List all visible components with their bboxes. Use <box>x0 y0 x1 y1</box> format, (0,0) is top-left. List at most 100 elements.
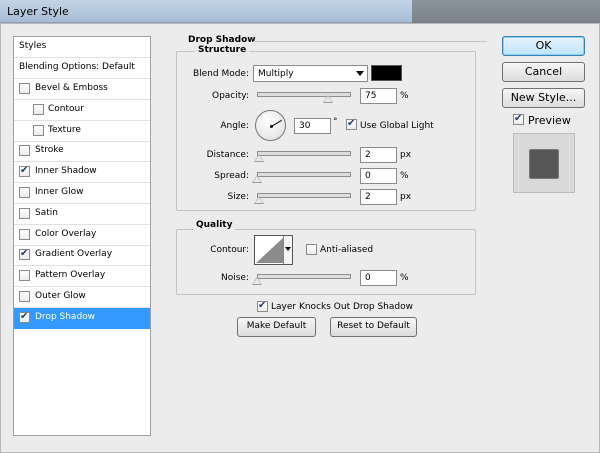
reset-default-label: Reset to Default <box>337 321 410 331</box>
blend-mode-select[interactable]: Multiply <box>253 65 368 82</box>
distance-slider-thumb[interactable] <box>254 154 264 162</box>
anti-aliased-checkbox[interactable] <box>306 244 317 255</box>
angle-value: 30 <box>299 121 311 131</box>
opacity-input[interactable]: 75 <box>360 88 397 104</box>
noise-slider-thumb[interactable] <box>252 277 262 285</box>
angle-dial[interactable] <box>255 110 286 141</box>
style-item[interactable]: Drop Shadow <box>14 307 150 329</box>
spread-label: Spread: <box>214 171 249 181</box>
use-global-light-label: Use Global Light <box>360 121 434 131</box>
blend-mode-value: Multiply <box>258 69 294 79</box>
style-item[interactable]: Stroke <box>14 141 150 163</box>
new-style-label: New Style... <box>510 91 577 104</box>
style-item-label: Satin <box>35 207 58 218</box>
style-item-checkbox[interactable] <box>19 145 30 157</box>
size-unit: px <box>400 192 412 202</box>
new-style-button[interactable]: New Style... <box>502 88 585 108</box>
angle-label: Angle: <box>220 121 249 131</box>
title-bar[interactable]: Layer Style <box>0 0 412 23</box>
style-item-checkbox[interactable] <box>19 165 30 178</box>
chevron-down-icon[interactable] <box>283 236 292 264</box>
style-item-checkbox[interactable] <box>19 248 30 261</box>
distance-unit: px <box>400 150 412 160</box>
style-item-checkbox[interactable] <box>19 291 30 302</box>
distance-label: Distance: <box>206 150 249 160</box>
cancel-label: Cancel <box>524 65 563 78</box>
style-item-checkbox[interactable] <box>19 270 30 282</box>
spread-unit: % <box>400 171 409 181</box>
style-item[interactable]: Satin <box>14 204 150 225</box>
style-item-label: Gradient Overlay <box>35 249 113 260</box>
preview-label: Preview <box>528 114 571 127</box>
style-item-label: Texture <box>48 124 81 135</box>
anti-aliased-label: Anti-aliased <box>320 245 374 255</box>
style-item[interactable]: Pattern Overlay <box>14 266 150 288</box>
style-item[interactable]: Outer Glow <box>14 287 150 308</box>
style-item-label: Bevel & Emboss <box>35 83 108 93</box>
style-item[interactable]: Gradient Overlay <box>14 245 150 267</box>
blending-options-item[interactable]: Blending Options: Default <box>14 58 150 79</box>
style-item[interactable]: Contour <box>14 100 150 121</box>
opacity-slider-thumb[interactable] <box>322 95 333 103</box>
style-item[interactable]: Bevel & Emboss <box>14 79 150 100</box>
style-item-label: Color Overlay <box>35 228 97 239</box>
size-slider-thumb[interactable] <box>254 196 264 204</box>
style-item-label: Contour <box>48 103 84 114</box>
style-item-checkbox[interactable] <box>19 311 30 323</box>
size-input[interactable]: 2 <box>360 189 397 205</box>
preview-square <box>529 149 559 179</box>
opacity-unit: % <box>400 91 409 101</box>
quality-legend: Quality <box>193 220 236 230</box>
title-divider <box>253 41 487 42</box>
angle-input[interactable]: 30 <box>294 118 331 134</box>
opacity-label: Opacity: <box>212 91 249 101</box>
styles-list: Styles Blending Options: Default Bevel &… <box>13 36 151 436</box>
style-item-label: Outer Glow <box>35 291 86 301</box>
spread-value: 0 <box>365 171 371 181</box>
size-value: 2 <box>365 192 371 202</box>
ok-label: OK <box>535 39 552 52</box>
knocks-out-label: Layer Knocks Out Drop Shadow <box>271 302 413 312</box>
noise-input[interactable]: 0 <box>360 270 397 286</box>
preview-thumbnail <box>513 133 575 193</box>
make-default-button[interactable]: Make Default <box>237 317 316 337</box>
spread-input[interactable]: 0 <box>360 168 397 184</box>
style-item-checkbox[interactable] <box>33 124 44 136</box>
style-item[interactable]: Inner Shadow <box>14 162 150 184</box>
opacity-slider-track[interactable] <box>257 92 351 97</box>
distance-input[interactable]: 2 <box>360 147 397 163</box>
style-item[interactable]: Inner Glow <box>14 183 150 204</box>
degree-unit: ° <box>333 117 338 127</box>
contour-label: Contour: <box>210 245 249 255</box>
knocks-out-checkbox[interactable] <box>257 300 268 312</box>
spread-slider-track[interactable] <box>257 172 351 177</box>
noise-slider-track[interactable] <box>257 274 351 279</box>
distance-slider-track[interactable] <box>257 151 351 156</box>
style-item-label: Stroke <box>35 145 64 156</box>
style-item-checkbox[interactable] <box>19 228 30 240</box>
quality-group <box>176 229 476 295</box>
blending-options-label: Blending Options: Default <box>19 62 135 72</box>
panel-title: Drop Shadow <box>188 35 256 45</box>
spread-slider-thumb[interactable] <box>252 175 262 183</box>
ok-button[interactable]: OK <box>502 36 585 56</box>
style-item-checkbox[interactable] <box>19 187 30 198</box>
size-slider-track[interactable] <box>257 193 351 198</box>
contour-picker[interactable] <box>254 235 293 265</box>
style-item-checkbox[interactable] <box>19 207 30 219</box>
opacity-value: 75 <box>365 91 377 101</box>
shadow-color-swatch[interactable] <box>371 65 402 81</box>
style-item-checkbox[interactable] <box>33 103 44 115</box>
reset-default-button[interactable]: Reset to Default <box>330 317 417 337</box>
style-item-checkbox[interactable] <box>19 83 30 94</box>
style-item[interactable]: Texture <box>14 121 150 142</box>
style-item-label: Drop Shadow <box>35 311 96 322</box>
style-item[interactable]: Color Overlay <box>14 225 150 246</box>
blend-mode-label: Blend Mode: <box>192 69 249 79</box>
use-global-light-checkbox[interactable] <box>346 118 357 130</box>
styles-header[interactable]: Styles <box>14 37 150 58</box>
angle-center <box>270 125 273 128</box>
preview-checkbox[interactable] <box>513 113 524 125</box>
cancel-button[interactable]: Cancel <box>502 62 585 82</box>
distance-value: 2 <box>365 150 371 160</box>
